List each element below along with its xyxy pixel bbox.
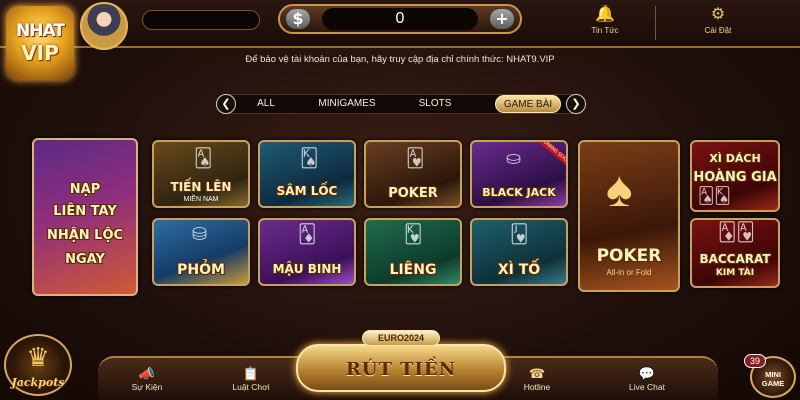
game-subtitle: MIỀN NAM	[183, 196, 219, 203]
promo-line3: NHẬN LỘC	[46, 228, 124, 243]
playing-cards-icon: 🂮	[300, 148, 319, 168]
livechat-label: Live Chat	[629, 382, 665, 392]
rules-button[interactable]: 📋 Luật Chơi	[216, 366, 286, 392]
settings-label: Cài Đặt	[704, 26, 732, 35]
game-tile-phom[interactable]: ⛁ PHỎM	[152, 218, 250, 286]
playing-cards-icon: 🂡	[194, 148, 213, 168]
game-subtitle: KIM TÀI	[715, 268, 755, 278]
minigame-line2: GAME	[761, 379, 785, 388]
game-tile-black-jack[interactable]: ⛀ COMING SOON BLACK JACK	[470, 140, 568, 208]
game-tile-lieng[interactable]: 🂾 LIÊNG	[364, 218, 462, 286]
game-title: PHỎM	[177, 262, 225, 278]
game-title: POKER	[596, 246, 662, 266]
game-title: XÌ TỐ	[497, 262, 541, 278]
playing-cards-icon: 🂡🂮	[698, 188, 731, 205]
game-tile-mau-binh[interactable]: 🃁 MẬU BINH	[258, 218, 356, 286]
events-button[interactable]: 📣 Sự Kiện	[112, 366, 182, 392]
game-title: MẬU BINH	[272, 262, 342, 276]
news-button[interactable]: 🔔 Tin Tức	[575, 4, 635, 42]
chevron-right-icon[interactable]: ❯	[566, 94, 586, 114]
jackpot-label: Jackpots	[11, 376, 65, 389]
rules-label: Luật Chơi	[232, 382, 270, 392]
promo-deposit-banner[interactable]: NẠP LIÊN TAY NHẬN LỘC NGAY	[32, 138, 138, 296]
game-tile-tien-len[interactable]: 🂡 TIẾN LÊN MIỀN NAM	[152, 140, 250, 208]
playing-cards-icon: 🂻	[510, 224, 529, 244]
game-title: BLACK JACK	[482, 186, 556, 199]
jackpot-button[interactable]: ♛ Jackpots	[4, 334, 72, 396]
security-notice: Để bảo vệ tài khoản của bạn, hãy truy cậ…	[245, 54, 555, 65]
balance-value: 0	[322, 8, 478, 30]
tab-slots[interactable]: SLOTS	[413, 95, 457, 113]
spade-card-icon: ♠	[606, 161, 633, 217]
add-balance-button[interactable]: +	[490, 9, 514, 29]
news-label: Tin Tức	[591, 26, 619, 35]
tab-minigames[interactable]: MINIGAMES	[311, 95, 383, 113]
chevron-left-icon[interactable]: ❮	[216, 94, 236, 114]
playing-cards-icon: 🃁	[298, 224, 317, 244]
playing-cards-icon: 🃁🂱	[718, 222, 755, 242]
avatar[interactable]	[80, 2, 128, 50]
livechat-button[interactable]: 💬 Live Chat	[612, 366, 682, 392]
megaphone-icon: 📣	[138, 366, 156, 381]
game-tile-xi-to[interactable]: 🂻 XÌ TỐ	[470, 218, 568, 286]
game-title: POKER	[388, 186, 438, 201]
game-tile-xi-dach[interactable]: XÌ DÁCH HOÀNG GIA 🂡🂮	[690, 140, 780, 212]
game-tile-poker[interactable]: 🂱 POKER	[364, 140, 462, 208]
promo-line4: NGAY	[65, 252, 105, 267]
withdraw-button[interactable]: RÚT TIỀN	[296, 344, 506, 392]
brand-logo[interactable]: NHAT VIP	[6, 6, 74, 80]
tab-all[interactable]: ALL	[249, 95, 283, 113]
rulebook-icon: 📋	[242, 366, 260, 381]
coming-soon-badge: COMING SOON	[533, 142, 566, 171]
promo-line2: LIÊN TAY	[53, 204, 117, 219]
game-tile-poker-featured[interactable]: ♠ POKER All-in or Fold	[578, 140, 680, 292]
promo-line1: NẠP	[69, 182, 101, 197]
game-subtitle: All-in or Fold	[606, 268, 652, 277]
game-title: SÂM LỐC	[276, 184, 338, 198]
hotline-button[interactable]: ☎ Hotline	[502, 366, 572, 392]
category-tabs: ❮ ALL MINIGAMES SLOTS GAME BÀI ❯	[216, 94, 586, 114]
game-title: XÌ DÁCH	[709, 152, 761, 165]
minigame-count-badge: 39	[744, 354, 766, 368]
withdraw-label: RÚT TIỀN	[345, 359, 457, 380]
playing-cards-icon: 🂾	[404, 224, 423, 244]
settings-button[interactable]: ⚙ Cài Đặt	[688, 4, 748, 42]
minigame-line1: MINI	[765, 370, 781, 379]
euro2024-badge: EURO2024	[362, 330, 440, 346]
playing-cards-icon: 🂱	[406, 148, 425, 168]
poker-chip-icon: ⛀	[506, 148, 522, 168]
phone-icon: ☎	[528, 366, 546, 381]
username-field[interactable]	[142, 10, 260, 30]
logo-text-line2: VIP	[21, 41, 59, 65]
tab-game-bai[interactable]: GAME BÀI	[495, 95, 561, 113]
game-subtitle: HOÀNG GIA	[693, 170, 777, 185]
logo-text-line1: NHAT	[16, 21, 65, 41]
gold-coins-icon: ⛁	[192, 224, 208, 244]
game-tile-baccarat[interactable]: 🃁🂱 BACCARAT KIM TÀI	[690, 218, 780, 288]
balance-panel: $ 0 +	[278, 4, 522, 34]
dollar-icon[interactable]: $	[286, 9, 310, 29]
crown-icon: ♛	[26, 342, 50, 372]
divider	[655, 6, 656, 40]
game-title: BACCARAT	[699, 252, 771, 266]
chat-icon: 💬	[638, 366, 656, 381]
game-title: TIẾN LÊN	[170, 180, 232, 194]
game-title: LIÊNG	[389, 262, 437, 278]
bell-icon: 🔔	[595, 6, 615, 23]
gear-icon: ⚙	[710, 6, 726, 23]
game-tile-sam-loc[interactable]: 🂮 SÂM LỐC	[258, 140, 356, 208]
events-label: Sự Kiện	[131, 382, 163, 392]
hotline-label: Hotline	[523, 382, 551, 392]
